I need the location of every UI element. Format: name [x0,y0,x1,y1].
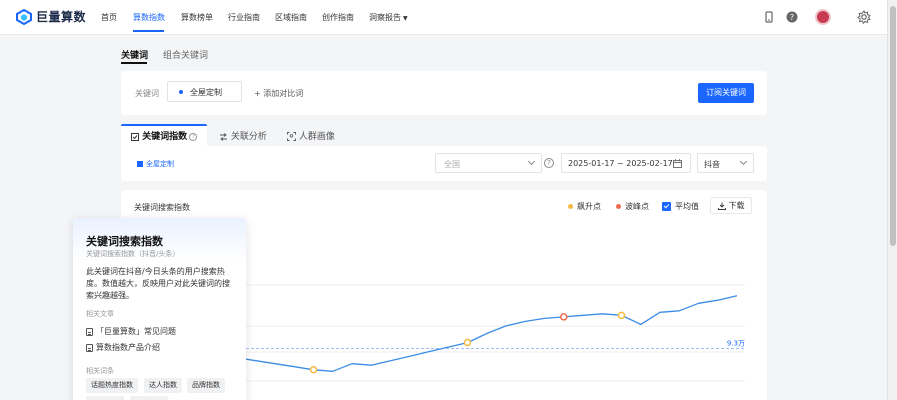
svg-text:?: ? [790,13,794,22]
popover-article-label: 「巨量算数」常见问题 [96,327,176,336]
legend-surge-label: 飙升点 [577,202,601,211]
popover-term-tag-placeholder[interactable] [86,396,124,400]
legend-peak-label: 波峰点 [625,202,649,211]
metric-info-popover: 关键词搜索指数 关键词搜索指数（抖音/头条） 此关键词在抖音/今日头条的用户搜索… [73,218,246,400]
nav-item-insight-report[interactable]: 洞察报告 ▼ [369,12,408,23]
keyword-color-dot [179,90,183,94]
brand-logo[interactable]: 巨量算数 [16,8,86,25]
subtab-active-indicator [121,62,147,64]
region-select-value: 全国 [444,160,460,169]
tab-related-analysis-label: 关联分析 [230,132,267,142]
tab-audience-profile-label: 人群画像 [298,132,335,142]
surge-point [617,311,626,320]
settings-gear-icon[interactable] [857,10,871,24]
filter-card: 全屋定制 全国 ? 2025-01-17 ~ 2025-02-17 抖音 [121,146,767,181]
keyword-card: 关键词 全屋定制 + 添加对比词 订阅关键词 [121,71,767,115]
surge-point [463,338,472,347]
nav-item-rankings[interactable]: 算数榜单 [181,12,213,23]
tab-keyword-index-label: 关键词指数 [142,132,188,142]
add-compare-keyword-link[interactable]: + 添加对比词 [254,88,303,99]
nav-item-index[interactable]: 算数指数 [133,12,165,23]
peak-dot-icon [616,204,621,209]
checkbox-square-icon [131,132,139,141]
popover-term-tag-placeholder[interactable] [130,396,168,400]
tab-related-analysis[interactable]: 关联分析 [219,129,267,142]
nav-item-creator-guide[interactable]: 创作指南 [322,12,354,23]
popover-term-tag[interactable]: 话题热度指数 [86,378,138,393]
keyword-filter-tag[interactable]: 全屋定制 [137,159,174,169]
nav-active-indicator [133,30,164,32]
popover-article-link[interactable]: 算数指数产品介绍 [86,342,160,353]
scrollbar-thumb[interactable] [890,6,896,246]
popover-article-label: 算数指数产品介绍 [96,343,160,352]
checkbox-icon [137,161,143,167]
document-icon [86,343,93,352]
page-scrollbar[interactable] [887,0,897,400]
help-icon[interactable]: ? [786,11,798,23]
average-label: 9.3万 [727,340,745,348]
phone-icon[interactable] [763,11,775,23]
nav-item-industry-guide[interactable]: 行业指南 [228,12,260,23]
popover-description: 此关键词在抖音/今日头条的用户搜索热度。数值越大，反映用户对此关键词的搜索兴趣越… [86,267,230,300]
avatar[interactable] [815,9,831,25]
nav-item-region-guide[interactable]: 区域指南 [275,12,307,23]
chart-title: 关键词搜索指数 [134,203,190,212]
popover-article-link[interactable]: 「巨量算数」常见问题 [86,326,176,337]
brand-logo-icon [16,8,32,25]
subscribe-keyword-button[interactable]: 订阅关键词 [698,83,754,103]
chevron-down-icon [739,157,748,166]
popover-term-tag[interactable]: 达人指数 [144,378,182,393]
popover-term-tag[interactable]: 品牌指数 [187,378,225,393]
average-checkbox[interactable] [662,202,671,211]
date-range-value: 2025-01-17 ~ 2025-02-17 [568,159,673,168]
top-navigation-bar: 巨量算数 首页 算数指数 算数榜单 行业指南 区域指南 创作指南 洞察报告 ▼ ? [0,0,887,35]
platform-select-value: 抖音 [704,160,720,169]
region-select[interactable]: 全国 [435,153,542,173]
legend-average[interactable]: 平均值 [662,201,699,212]
download-label: 下载 [728,201,745,210]
popover-terms-heading: 相关词条 [86,367,114,375]
swap-arrows-icon [220,132,227,141]
nav-item-insight-report-label: 洞察报告 [369,13,401,22]
audience-scan-icon [287,132,296,141]
brand-name: 巨量算数 [36,10,87,24]
region-help-icon[interactable]: ? [544,158,554,168]
keyword-label: 关键词 [135,89,159,98]
nav-item-home[interactable]: 首页 [101,12,117,23]
surge-dot-icon [568,204,573,209]
surge-point [309,366,318,374]
popover-articles-heading: 相关文章 [86,310,114,318]
platform-select[interactable]: 抖音 [697,153,754,173]
keyword-filter-tag-text: 全屋定制 [146,160,174,168]
question-icon[interactable]: ? [189,132,198,141]
tab-audience-profile[interactable]: 人群画像 [287,129,335,142]
popover-title: 关键词搜索指数 [86,235,163,248]
subtab-keyword[interactable]: 关键词 [121,48,148,61]
legend-peak-point[interactable]: 波峰点 [616,201,649,212]
download-button[interactable]: 下载 [710,197,752,214]
calendar-icon [673,159,682,168]
legend-surge-point[interactable]: 飙升点 [568,201,601,212]
document-icon [86,327,93,336]
date-range-picker[interactable]: 2025-01-17 ~ 2025-02-17 [561,153,691,173]
download-icon [717,202,726,210]
legend-average-label: 平均值 [675,202,699,211]
subtab-combined-keyword[interactable]: 组合关键词 [163,48,208,61]
keyword-chip-text: 全屋定制 [190,88,222,97]
tab-keyword-index[interactable]: 关键词指数? [131,129,198,142]
popover-subtitle: 关键词搜索指数（抖音/头条） [86,250,180,258]
keyword-chip[interactable]: 全屋定制 [167,81,242,102]
caret-down-icon: ▼ [403,15,408,22]
peak-point [560,313,568,321]
chevron-down-icon [527,157,536,166]
